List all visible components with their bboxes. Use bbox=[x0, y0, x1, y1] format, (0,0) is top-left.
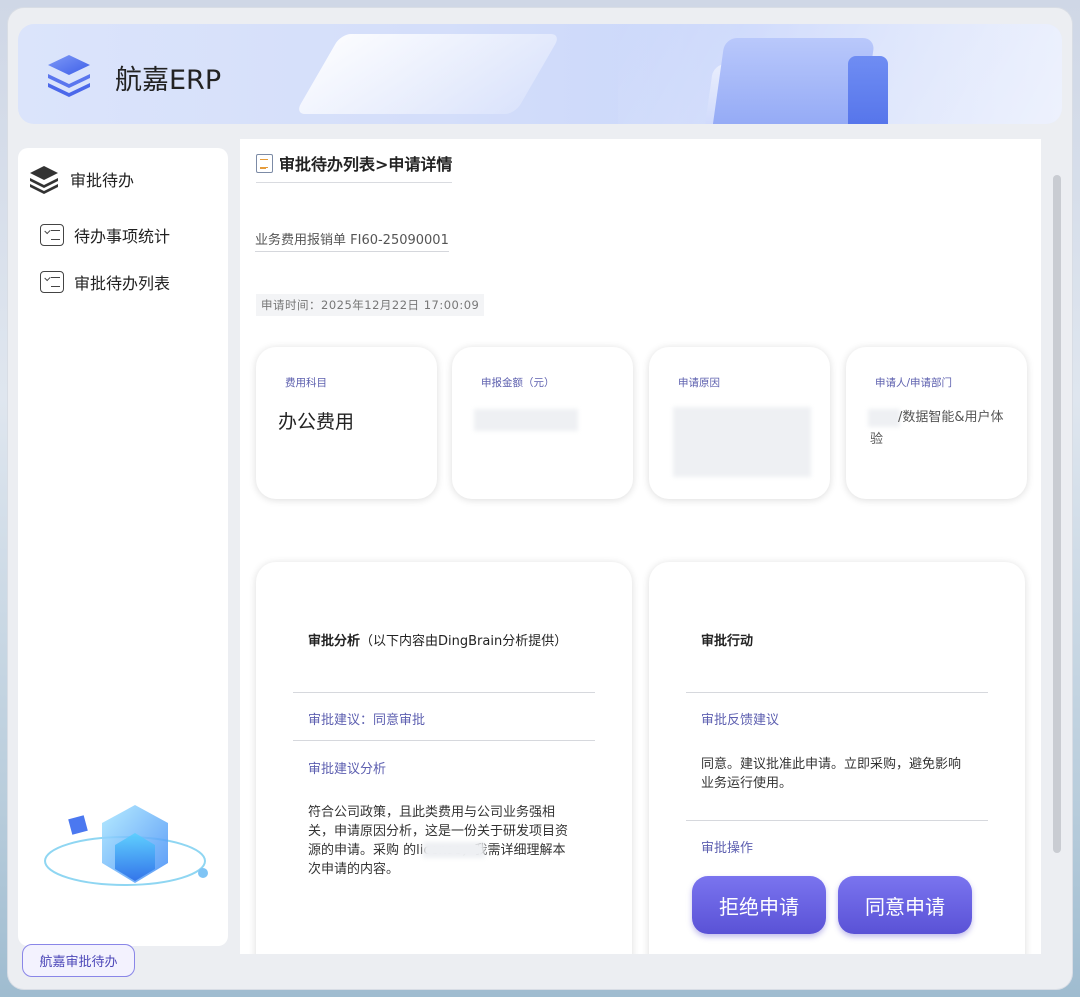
card-label: 申请原因 bbox=[678, 377, 720, 389]
card-label: 申请人/申请部门 bbox=[875, 377, 953, 389]
redacted-value bbox=[474, 409, 578, 431]
footer-approval-button[interactable]: 航嘉审批待办 bbox=[22, 944, 135, 977]
sidebar-item-label: 待办事项统计 bbox=[74, 227, 171, 246]
analysis-head: 审批建议分析 bbox=[308, 762, 387, 777]
feedback-head: 审批反馈建议 bbox=[701, 713, 780, 728]
app-title: 航嘉ERP bbox=[115, 65, 222, 96]
sidebar-item-label: 审批待办列表 bbox=[74, 274, 171, 293]
divider bbox=[293, 692, 595, 693]
card-value: 办公费用 bbox=[278, 411, 355, 433]
info-card-amount: 申报金额（元） bbox=[452, 347, 633, 499]
action-title: 审批行动 bbox=[701, 634, 754, 649]
redacted-value bbox=[673, 407, 811, 477]
analysis-body: 符合公司政策，且此类费用与公司业务强相关，申请原因分析，这是一份关于研发项目资源… bbox=[308, 805, 569, 877]
cube-illustration-icon bbox=[44, 805, 208, 886]
layers-logo-icon bbox=[48, 55, 90, 97]
breadcrumb-text[interactable]: 审批待办列表>申请详情 bbox=[279, 151, 452, 175]
sidebar: 审批待办 待办事项统计 审批待办列表 bbox=[18, 148, 228, 946]
sidebar-header-label: 审批待办 bbox=[70, 171, 135, 190]
feedback-body: 同意。建议批准此申请。立即采购，避免影响业务运行使用。 bbox=[701, 757, 962, 791]
card-label: 申报金额（元） bbox=[481, 377, 555, 389]
approve-button[interactable]: 同意申请 bbox=[838, 876, 972, 934]
sidebar-item-todo-stats[interactable]: 待办事项统计 bbox=[40, 223, 170, 247]
card-value: /数据智能&用户体验 bbox=[870, 410, 1004, 447]
divider bbox=[686, 820, 988, 821]
scrollbar[interactable] bbox=[1053, 175, 1061, 853]
card-label: 费用科目 bbox=[285, 377, 327, 389]
breadcrumb: 审批待办列表>申请详情 bbox=[256, 151, 453, 183]
checklist-icon bbox=[40, 224, 64, 246]
divider bbox=[686, 692, 988, 693]
checklist-icon bbox=[40, 271, 64, 293]
reject-button[interactable]: 拒绝申请 bbox=[692, 876, 826, 934]
info-card-reason: 申请原因 bbox=[649, 347, 830, 499]
document-number: 业务费用报销单 FI60-25090001 bbox=[255, 229, 449, 252]
divider bbox=[293, 740, 595, 741]
approval-analysis-panel: 审批分析（以下内容由DingBrain分析提供） 审批建议：同意审批 审批建议分… bbox=[256, 562, 632, 954]
info-card-applicant: 申请人/申请部门 /数据智能&用户体验 bbox=[846, 347, 1027, 499]
main-content: 审批待办列表>申请详情 业务费用报销单 FI60-25090001 申请时间：2… bbox=[240, 139, 1041, 954]
apply-time: 申请时间：2025年12月22日 17:00:09 bbox=[256, 294, 485, 316]
sidebar-item-todo-list[interactable]: 审批待办列表 bbox=[40, 270, 170, 294]
info-card-expense-item: 费用科目 办公费用 bbox=[256, 347, 437, 499]
operation-head: 审批操作 bbox=[701, 841, 754, 856]
sidebar-header[interactable]: 审批待办 bbox=[28, 164, 134, 194]
analysis-title: 审批分析（以下内容由DingBrain分析提供） bbox=[308, 634, 568, 649]
redacted-text bbox=[423, 842, 485, 858]
analysis-suggestion: 审批建议：同意审批 bbox=[308, 713, 426, 728]
document-icon bbox=[256, 153, 273, 173]
layers-icon bbox=[30, 166, 58, 194]
